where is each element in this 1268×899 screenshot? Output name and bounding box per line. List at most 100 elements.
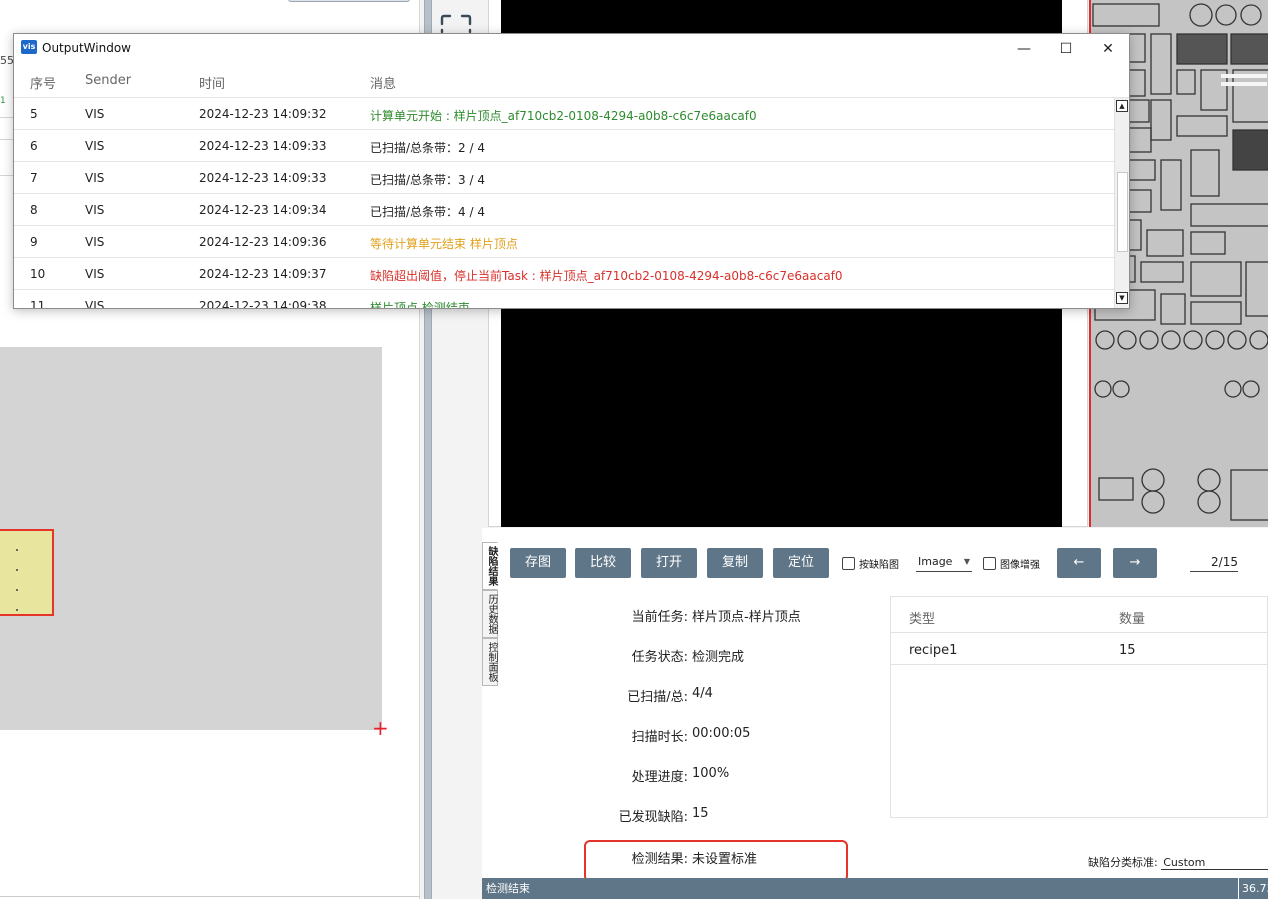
time-cell: 2024-12-23 14:09:38 (199, 299, 327, 309)
status-bar: 检测结束 36.73 (482, 878, 1268, 899)
info-label: 扫描时长: (631, 730, 688, 745)
info-value: 样片顶点-样片顶点 (692, 610, 801, 625)
die-dot (16, 549, 18, 551)
log-table-header: 序号 Sender 时间 消息 (14, 64, 1129, 98)
table-row[interactable]: 11 VIS 2024-12-23 14:09:38 样片顶点 检测结束 (14, 290, 1114, 309)
status-text: 检测结束 (486, 882, 530, 895)
sender-cell: VIS (85, 267, 105, 281)
close-button[interactable]: ✕ (1088, 34, 1128, 64)
message-cell: 已扫描/总条带：4 / 4 (370, 205, 485, 219)
next-button[interactable]: → (1113, 548, 1157, 578)
vertical-scrollbar[interactable]: ▲ ▼ (1114, 98, 1129, 308)
tab-history-data[interactable]: 历史数据 (482, 590, 498, 638)
message-cell: 已扫描/总条带：2 / 4 (370, 141, 485, 155)
seq-cell: 8 (30, 203, 38, 217)
die-dot (16, 609, 18, 611)
vertical-tab-strip: 缺陷结果 历史数据 控制面板 (482, 542, 502, 686)
column-header-type[interactable]: 类型 (909, 608, 935, 627)
top-button-edge[interactable] (288, 0, 410, 2)
info-label: 任务状态: (631, 650, 688, 665)
info-label: 已扫描/总: (627, 690, 688, 705)
output-window: vis OutputWindow — ☐ ✕ 序号 Sender 时间 消息 5… (13, 33, 1130, 309)
defect-result-panel: 缺陷结果 历史数据 控制面板 存图 比较 打开 复制 定位 按缺陷图 Image… (482, 528, 1268, 899)
message-cell: 等待计算单元结束 样片顶点 (370, 237, 518, 251)
time-cell: 2024-12-23 14:09:33 (199, 139, 327, 153)
tab-control-panel[interactable]: 控制面板 (482, 638, 498, 686)
time-cell: 2024-12-23 14:09:34 (199, 203, 327, 217)
classification-standard: 缺陷分类标准: Custom (1088, 854, 1268, 870)
time-cell: 2024-12-23 14:09:36 (199, 235, 327, 249)
column-header-seq[interactable]: 序号 (30, 73, 56, 92)
locate-button[interactable]: 定位 (773, 548, 829, 578)
open-button[interactable]: 打开 (641, 548, 697, 578)
info-row-scan-duration: 扫描时长: 00:00:05 (582, 726, 862, 746)
by-defect-label: 按缺陷图 (859, 560, 899, 571)
save-image-button[interactable]: 存图 (510, 548, 566, 578)
log-table-body: 5 VIS 2024-12-23 14:09:32 计算单元开始 : 样片顶点_… (14, 98, 1114, 309)
column-header-time[interactable]: 时间 (199, 73, 225, 92)
compare-button[interactable]: 比较 (575, 548, 631, 578)
sender-cell: VIS (85, 107, 105, 121)
status-value: 36.73 (1238, 878, 1268, 899)
chevron-down-icon: ▼ (963, 557, 970, 566)
by-defect-checkbox[interactable] (842, 557, 855, 570)
column-header-count[interactable]: 数量 (1119, 608, 1145, 627)
prev-button[interactable]: ← (1057, 548, 1101, 578)
scroll-down-icon[interactable]: ▼ (1116, 292, 1128, 304)
divider (0, 139, 14, 140)
message-cell: 样片顶点 检测结束 (370, 301, 470, 309)
table-row[interactable]: 5 VIS 2024-12-23 14:09:32 计算单元开始 : 样片顶点_… (14, 98, 1114, 130)
image-type-select[interactable]: Image ▼ (916, 554, 972, 572)
time-cell: 2024-12-23 14:09:32 (199, 107, 327, 121)
info-label: 处理进度: (631, 770, 688, 785)
die-dot (16, 569, 18, 571)
scroll-up-icon[interactable]: ▲ (1116, 100, 1128, 112)
info-row-scanned: 已扫描/总: 4/4 (582, 686, 862, 706)
app-logo-icon: vis (21, 40, 37, 54)
seq-cell: 10 (30, 267, 46, 281)
table-row[interactable]: 9 VIS 2024-12-23 14:09:36 等待计算单元结束 样片顶点 (14, 226, 1114, 258)
sender-cell: VIS (85, 235, 105, 249)
maximize-button[interactable]: ☐ (1046, 34, 1086, 64)
info-row-progress: 处理进度: 100% (582, 766, 862, 786)
table-header: 类型 数量 (891, 597, 1268, 633)
crosshair-icon: + (372, 716, 389, 740)
info-row-current-task: 当前任务: 样片顶点-样片顶点 (582, 606, 862, 626)
enhance-label: 图像增强 (1000, 560, 1040, 571)
enhance-checkbox[interactable] (983, 557, 996, 570)
message-cell: 缺陷超出阈值，停止当前Task : 样片顶点_af710cb2-0108-429… (370, 269, 843, 283)
copy-button[interactable]: 复制 (707, 548, 763, 578)
scroll-thumb[interactable] (1117, 172, 1128, 252)
sender-cell: VIS (85, 171, 105, 185)
column-header-message[interactable]: 消息 (370, 73, 396, 92)
page-counter[interactable]: 2/15 (1190, 554, 1238, 572)
table-row[interactable]: recipe1 15 (891, 633, 1268, 665)
image-type-value: Image (918, 555, 953, 568)
table-row[interactable]: 10 VIS 2024-12-23 14:09:37 缺陷超出阈值，停止当前Ta… (14, 258, 1114, 290)
result-highlight-box (584, 840, 848, 882)
sender-cell: VIS (85, 203, 105, 217)
window-title: OutputWindow (42, 41, 131, 55)
table-row[interactable]: 6 VIS 2024-12-23 14:09:33 已扫描/总条带：2 / 4 (14, 130, 1114, 162)
time-cell: 2024-12-23 14:09:33 (199, 171, 327, 185)
info-label: 当前任务: (631, 610, 688, 625)
seq-cell: 11 (30, 299, 46, 309)
classification-select[interactable]: Custom (1161, 856, 1268, 870)
table-row[interactable]: 7 VIS 2024-12-23 14:09:33 已扫描/总条带：3 / 4 (14, 162, 1114, 194)
wafer-map-canvas[interactable] (0, 347, 382, 730)
minimize-button[interactable]: — (1004, 34, 1044, 64)
seq-cell: 9 (30, 235, 38, 249)
column-header-sender[interactable]: Sender (85, 73, 131, 88)
defect-type-table: 类型 数量 recipe1 15 (890, 596, 1268, 818)
tab-defect-result[interactable]: 缺陷结果 (482, 542, 498, 590)
info-row-task-status: 任务状态: 检测完成 (582, 646, 862, 666)
defect-type-cell: recipe1 (909, 643, 958, 658)
selected-die-highlight[interactable] (0, 529, 54, 616)
info-value: 检测完成 (692, 650, 745, 665)
seq-cell: 7 (30, 171, 38, 185)
table-row[interactable]: 8 VIS 2024-12-23 14:09:34 已扫描/总条带：4 / 4 (14, 194, 1114, 226)
classification-label: 缺陷分类标准: (1088, 856, 1158, 869)
sender-cell: VIS (85, 139, 105, 153)
info-value: 00:00:05 (692, 726, 751, 741)
title-bar[interactable]: vis OutputWindow — ☐ ✕ (14, 34, 1129, 64)
